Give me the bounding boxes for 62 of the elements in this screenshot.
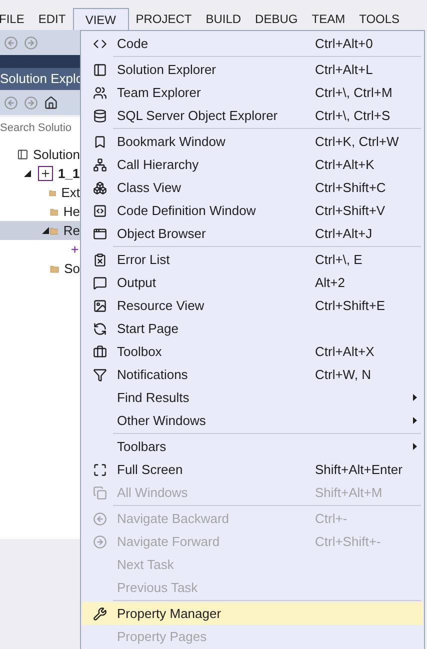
code-window-icon	[92, 204, 106, 218]
back-icon	[92, 512, 106, 526]
database-icon	[92, 108, 106, 122]
menu-bar-item[interactable]: DEBUG	[248, 8, 305, 30]
bookmark-icon	[92, 134, 106, 148]
search-field[interactable]: Search Solutio	[0, 117, 80, 139]
tree-item[interactable]: So	[64, 258, 80, 278]
expand-arrow-icon[interactable]	[24, 170, 31, 177]
tree-item[interactable]: He	[63, 202, 80, 222]
menu-item[interactable]: Output Alt+2	[82, 271, 423, 294]
menu-bar-item[interactable]: VIEW	[72, 8, 129, 30]
menu-item[interactable]: Class View Ctrl+Shift+C	[82, 176, 423, 199]
menu-item[interactable]: SQL Server Object Explorer Ctrl+\, Ctrl+S	[82, 104, 423, 127]
tree-item[interactable]: 1_1	[58, 164, 80, 184]
menu-bar-item[interactable]: TOOLS	[352, 8, 407, 30]
hierarchy-icon	[92, 158, 106, 172]
menu-item[interactable]: Toolbox Ctrl+Alt+X	[82, 340, 423, 363]
menu-item[interactable]: Find Results	[82, 386, 423, 409]
home-icon[interactable]	[44, 96, 58, 110]
menu-item[interactable]: Error List Ctrl+\, E	[82, 248, 423, 271]
back-icon[interactable]	[4, 36, 18, 50]
expand-arrow-icon[interactable]	[42, 227, 49, 234]
circle-arrow-icon	[92, 322, 106, 336]
tree-item[interactable]: Solution	[33, 144, 80, 164]
menu-item[interactable]: Bookmark Window Ctrl+K, Ctrl+W	[82, 130, 423, 153]
menu-item[interactable]: Solution Explorer Ctrl+Alt+L	[82, 58, 423, 81]
window-icon	[92, 226, 106, 240]
briefcase-icon	[92, 344, 106, 358]
image-icon	[92, 298, 106, 312]
menu-item[interactable]: Team Explorer Ctrl+\, Ctrl+M	[82, 81, 423, 104]
forward-icon[interactable]	[24, 36, 38, 50]
tree-item[interactable]: Ext	[61, 182, 80, 202]
plus-icon	[70, 243, 80, 256]
menu-bar-item[interactable]: BUILD	[198, 8, 248, 30]
project-icon	[38, 166, 53, 181]
forward-icon[interactable]	[24, 96, 38, 110]
menu-item[interactable]: Notifications Ctrl+W, N	[82, 363, 423, 386]
menu-bar-item[interactable]: EDIT	[31, 8, 73, 30]
wrench-icon	[92, 606, 106, 620]
menu-item[interactable]: Code Ctrl+Alt+0	[82, 32, 423, 55]
menu-bar-item[interactable]: FILE	[0, 8, 32, 30]
boxes-icon	[92, 180, 106, 194]
menu-item[interactable]: Call Hierarchy Ctrl+Alt+K	[82, 153, 423, 176]
forward-icon	[92, 534, 106, 548]
funnel-icon	[92, 368, 106, 382]
menu-item[interactable]: Start Page	[82, 317, 423, 340]
expand-icon	[92, 462, 106, 476]
copy-icon	[92, 486, 106, 500]
back-icon[interactable]	[4, 96, 18, 110]
menu-item[interactable]: Resource View Ctrl+Shift+E	[82, 294, 423, 317]
clipboard-x-icon	[92, 252, 106, 266]
menu-item[interactable]: Full Screen Shift+Alt+Enter	[82, 458, 423, 481]
menu-bar-item[interactable]: PROJECT	[128, 8, 199, 30]
menu-bar-item[interactable]: TEAM	[304, 8, 352, 30]
solution-icon	[16, 147, 28, 162]
menu-item[interactable]: Code Definition Window Ctrl+Shift+V	[82, 199, 423, 222]
people-icon	[92, 86, 106, 100]
menu-item[interactable]: Property Manager	[82, 602, 423, 625]
menu-item[interactable]: Toolbars	[82, 435, 423, 458]
menu-item[interactable]: Object Browser Ctrl+Alt+J	[82, 222, 423, 245]
menu-item[interactable]: Other Windows	[82, 409, 423, 432]
panel-icon	[92, 62, 106, 76]
